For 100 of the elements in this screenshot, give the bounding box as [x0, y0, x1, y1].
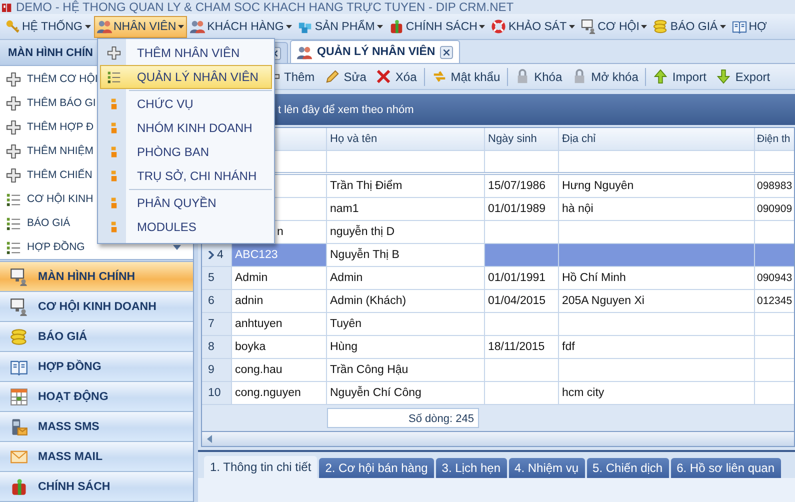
table-cell: 01/04/2015 [488, 295, 546, 307]
table-cell: Admin (Khách) [330, 295, 406, 307]
table-row[interactable]: 5 Admin Admin 01/01/1991 Hồ Chí Minh 090943 [202, 267, 794, 290]
menu-item[interactable]: HỢ [728, 16, 770, 38]
table-row[interactable]: 6 adnin Admin (Khách) 01/04/2015 205A Nguyen Xi 012345 [202, 290, 794, 313]
menu-item[interactable]: SẢN PHẨM [294, 16, 386, 38]
table-cell: 18/11/2015 [488, 341, 545, 353]
toolbar-button[interactable]: Import [650, 69, 710, 84]
nav-button[interactable]: HOẠT ĐỘNG [0, 382, 193, 412]
table-cell: hà nội [562, 203, 594, 215]
table-cell: nguyễn thị D [330, 226, 395, 238]
detail-tab[interactable]: 4. Nhiệm vụ [508, 458, 585, 478]
table-cell: 205A Nguyen Xi [562, 295, 644, 307]
row-number: 10 [208, 387, 221, 399]
pencil-icon [324, 69, 340, 84]
detail-tab[interactable]: 2. Cơ hội bán hàng [319, 458, 434, 478]
list-icon [6, 192, 21, 206]
sidebar-label: THÊM NHIỆM [27, 145, 94, 157]
nav-button[interactable]: MASS MAIL [0, 442, 193, 472]
toolbar-button[interactable]: Sửa [322, 69, 370, 84]
table-row[interactable]: 8 boyka Hùng 18/11/2015 fdf [202, 336, 794, 359]
nav-button[interactable]: CHÍNH SÁCH [0, 472, 193, 502]
computer-icon [10, 298, 28, 316]
table-cell: 090943 [757, 272, 792, 284]
window-title: DEMO - HỆ THONG QUAN LY & CHAM SOC KHACH HANG TRỰC TUYEN - DIP CRM.NET [16, 0, 514, 14]
lifebuoy-icon [491, 19, 506, 34]
table-cell: Nguyễn Thị B [330, 249, 400, 261]
nav-button[interactable]: MÀN HÌNH CHÍNH [0, 262, 193, 292]
column-header[interactable]: Điện th [755, 128, 794, 150]
column-header[interactable]: Ngày sinh [485, 128, 559, 150]
column-header[interactable]: Họ và tên [327, 128, 485, 150]
close-icon[interactable] [440, 46, 454, 58]
people-icon [297, 44, 312, 60]
table-cell: boyka [235, 341, 266, 353]
detail-tab[interactable]: 3. Lịch hẹn [436, 458, 507, 478]
menu-entry[interactable]: CHỨC VỤ [100, 92, 272, 116]
table-cell: 090909 [757, 203, 792, 215]
table-row[interactable]: 9 cong.hau Trần Công Hậu [202, 359, 794, 382]
key-icon [5, 19, 20, 34]
horizontal-scrollbar[interactable] [202, 431, 794, 446]
table-cell: fdf [562, 341, 575, 353]
table-cell: n [277, 226, 284, 238]
toolbar-button[interactable]: Khóa [512, 69, 566, 84]
column-header[interactable]: Địa chỉ [559, 128, 755, 150]
menu-item[interactable]: KHÁCH HÀNG [187, 16, 295, 38]
people-icon [96, 19, 112, 34]
row-number: 9 [208, 364, 214, 376]
menu-entry[interactable]: PHÒNG BAN [100, 140, 272, 164]
table-cell: 012345 [757, 295, 792, 307]
scroll-left-icon[interactable] [207, 435, 213, 443]
list-icon [6, 240, 21, 254]
table-cell: Tuyên [330, 318, 362, 330]
sidebar-label: HỢP ĐỒNG [27, 241, 85, 253]
row-number: 8 [208, 341, 214, 353]
sidebar-label: THÊM BÁO GI [27, 97, 96, 109]
delete-icon [376, 69, 392, 84]
nav-button[interactable]: HỢP ĐỒNG [0, 352, 193, 382]
detail-tab[interactable]: 1. Thông tin chi tiết [204, 456, 318, 478]
up-arrow-icon [653, 69, 668, 84]
list-icon [107, 70, 121, 84]
table-cell: adnin [235, 295, 264, 307]
detail-tab[interactable]: 5. Chiến dịch [586, 458, 669, 478]
menu-entry[interactable]: NHÓM KINH DOANH [100, 116, 272, 140]
table-row[interactable]: 7 anhtuyen Tuyên [202, 313, 794, 336]
table-cell: Trần Công Hậu [330, 364, 408, 376]
menu-entry[interactable]: QUẢN LÝ NHÂN VIÊN [100, 65, 272, 89]
menu-item[interactable]: BÁO GIÁ [650, 16, 729, 38]
toolbar-button[interactable]: Mở khóa [569, 69, 642, 84]
menu-item[interactable]: CƠ HỘI [578, 16, 650, 38]
table-row[interactable]: 4 ABC123 Nguyễn Thị B [202, 244, 794, 267]
table-cell: ABC123 [235, 249, 278, 261]
toolbar-button[interactable]: Xóa [373, 69, 420, 84]
down-arrow-icon [716, 69, 732, 84]
nav-button[interactable]: MASS SMS [0, 412, 193, 442]
row-number: 6 [208, 295, 214, 307]
menu-item[interactable]: KHẢO SÁT [488, 16, 578, 38]
sidebar-label: THÊM CHIẾN [27, 169, 92, 181]
nav-button[interactable]: CƠ HỘI KINH DOANH [0, 292, 193, 322]
gift-icon [388, 19, 404, 34]
app-icon [2, 2, 12, 12]
table-cell: Admin [235, 272, 268, 284]
sidebar-label: BÁO GIÁ [27, 217, 70, 229]
calendar-icon [10, 388, 28, 406]
toolbar-button[interactable]: Mật khẩu [428, 69, 504, 84]
nav-button[interactable]: BÁO GIÁ [0, 322, 193, 352]
gift-icon [10, 478, 28, 496]
menu-item[interactable]: NHÂN VIÊN [94, 16, 188, 38]
table-cell: Hùng [330, 341, 358, 353]
computer-icon [10, 268, 28, 286]
table-cell: Hồ Chí Minh [562, 272, 626, 284]
row-number: 5 [208, 272, 214, 284]
group-hint: t lên đây để xem theo nhóm [278, 104, 414, 116]
sidebar-label: CƠ HỘI KINH [27, 193, 94, 205]
document-tab[interactable]: QUẢN LÝ NHÂN VIÊN [290, 40, 460, 63]
toolbar-button[interactable]: Export [713, 69, 774, 84]
table-cell: hcm city [562, 387, 604, 399]
row-number: 4 [217, 249, 224, 261]
menu-item[interactable]: HỆ THỐNG [2, 16, 94, 38]
menu-item[interactable]: CHÍNH SÁCH [386, 16, 488, 38]
detail-tab[interactable]: 6. Hồ sơ liên quan [670, 458, 781, 478]
